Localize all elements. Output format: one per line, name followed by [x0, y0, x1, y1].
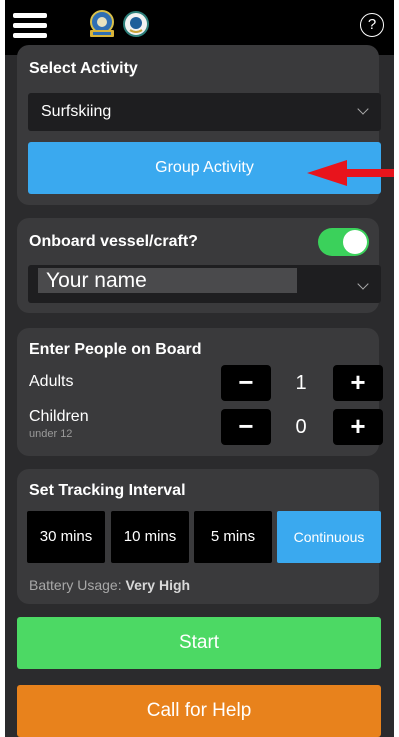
tracking-card: Set Tracking Interval 30 mins 10 mins 5 … — [17, 469, 381, 604]
hamburger-icon[interactable] — [13, 13, 47, 39]
vessel-toggle[interactable] — [318, 228, 369, 256]
interval-10-mins[interactable]: 10 mins — [111, 511, 189, 563]
children-minus-button[interactable]: − — [221, 409, 271, 445]
adults-minus-button[interactable]: − — [221, 365, 271, 401]
vessel-name-select[interactable]: Your name — [28, 265, 381, 303]
battery-usage-value: Very High — [125, 577, 191, 593]
adults-label: Adults — [29, 373, 74, 390]
battery-usage: Battery Usage: Very High — [29, 577, 190, 593]
children-plus-button[interactable]: + — [333, 409, 383, 445]
vessel-card: Onboard vessel/craft? Your name — [17, 218, 381, 313]
marine-rescue-logo — [122, 10, 150, 38]
app-screen: ? Select Activity Surfskiing Group Activ… — [5, 0, 394, 737]
content-area: Select Activity Surfskiing Group Activit… — [5, 45, 394, 737]
interval-5-mins[interactable]: 5 mins — [194, 511, 272, 563]
chevron-down-icon — [357, 278, 369, 290]
activity-select[interactable]: Surfskiing — [28, 93, 381, 131]
toggle-knob — [343, 230, 367, 254]
children-label: Children — [29, 408, 89, 425]
children-sublabel: under 12 — [29, 428, 73, 440]
tracking-title: Set Tracking Interval — [29, 482, 186, 499]
start-button[interactable]: Start — [17, 617, 381, 669]
annotation-arrow-icon — [307, 160, 394, 186]
chevron-down-icon — [357, 103, 369, 115]
battery-usage-label: Battery Usage: — [29, 577, 122, 593]
vessel-title: Onboard vessel/craft? — [29, 233, 198, 250]
call-for-help-button[interactable]: Call for Help — [17, 685, 381, 737]
people-title: Enter People on Board — [29, 341, 202, 358]
people-card: Enter People on Board Adults − 1 + Child… — [17, 328, 383, 456]
children-count: 0 — [295, 416, 307, 438]
activity-selected-value: Surfskiing — [41, 103, 112, 120]
coast-guard-logo — [88, 10, 116, 38]
help-icon[interactable]: ? — [360, 13, 384, 37]
vessel-name-value: Your name — [38, 268, 297, 293]
interval-continuous[interactable]: Continuous — [277, 511, 381, 563]
adults-count: 1 — [295, 372, 307, 394]
interval-30-mins[interactable]: 30 mins — [27, 511, 105, 563]
adults-plus-button[interactable]: + — [333, 365, 383, 401]
activity-title: Select Activity — [29, 60, 138, 77]
